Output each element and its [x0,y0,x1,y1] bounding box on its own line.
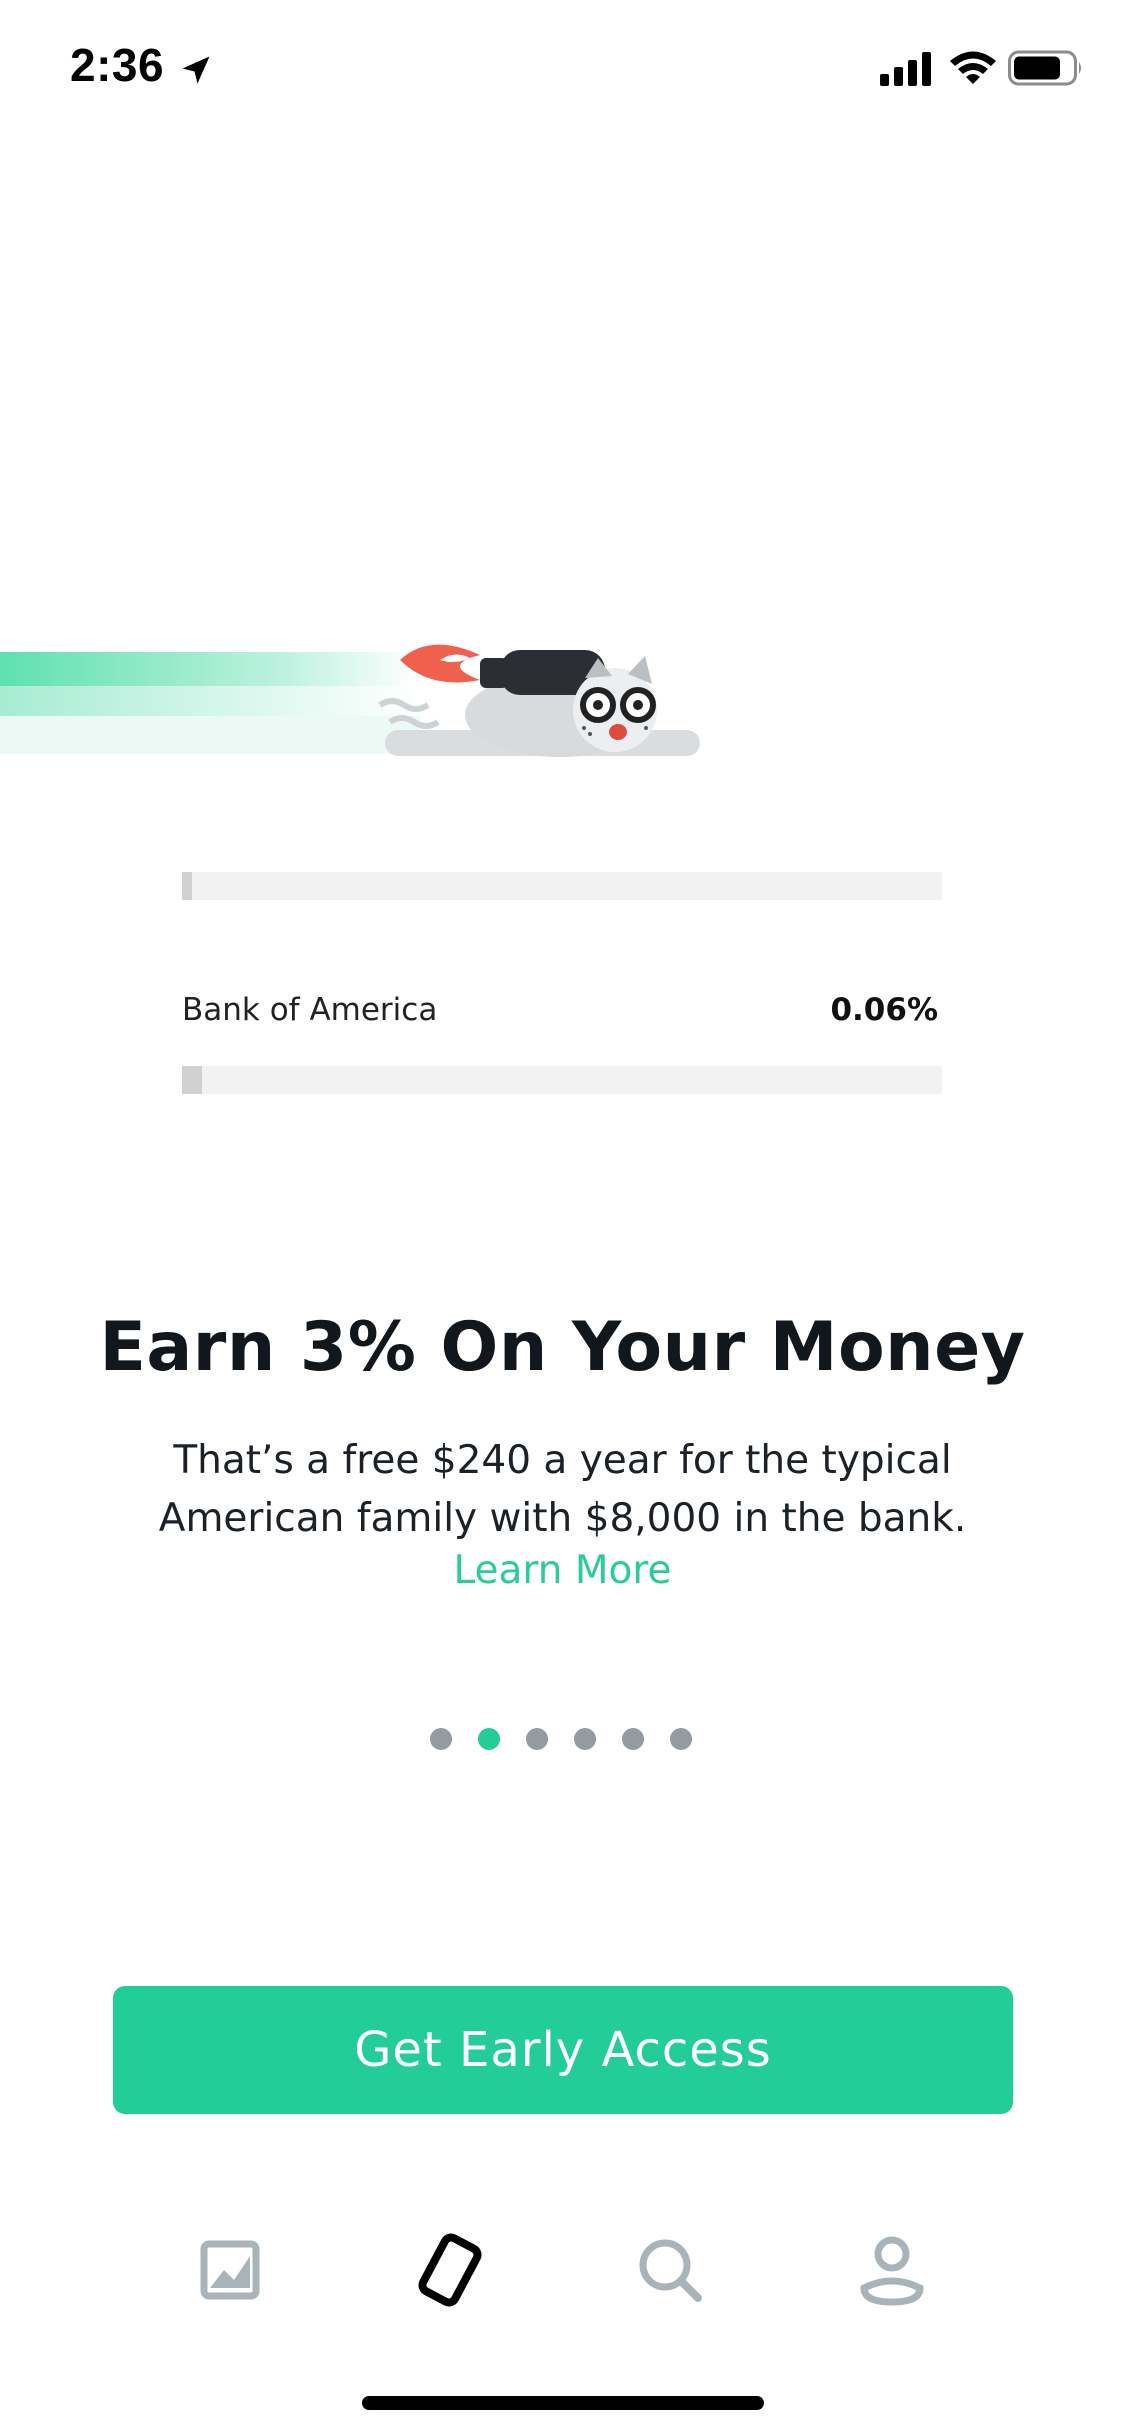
bank-name: Bank of America [182,992,438,1028]
tab-card[interactable] [390,2220,510,2320]
page-dot[interactable] [574,1728,596,1750]
tab-chart[interactable] [170,2220,290,2320]
screen: 2:36 Bank of America 0.06% Earn 3% On Yo… [0,0,1125,2436]
profile-icon [860,2236,924,2306]
page-dot[interactable] [670,1728,692,1750]
page-title: Earn 3% On Your Money [99,1308,1026,1387]
status-time: 2:36 [70,39,165,91]
page-dot[interactable] [526,1728,548,1750]
status-bar: 2:36 [0,0,1125,140]
bank-row: Bank of America 0.06% [182,992,942,1052]
battery-icon [1008,50,1081,86]
bank-rate-bar-fill [182,1066,202,1094]
page-dot[interactable] [622,1728,644,1750]
wifi-icon [950,51,996,84]
home-indicator[interactable] [362,2396,764,2410]
page-dot-active[interactable] [478,1728,500,1750]
raccoon-rocket-icon [0,644,700,757]
location-arrow-icon [182,56,210,84]
top-rate-bar [182,872,942,900]
chart-icon [200,2240,260,2300]
bank-rate: 0.06% [830,992,938,1028]
page-indicator[interactable] [430,1728,692,1752]
tab-search[interactable] [610,2220,730,2320]
learn-more-link[interactable]: Learn More [0,1548,1125,1593]
top-rate-bar-fill [182,872,192,900]
body-text: That’s a free $240 a year for the typica… [158,1438,967,1541]
tab-profile[interactable] [832,2220,952,2320]
rate-comparison: Bank of America 0.06% [182,872,942,1094]
search-icon [639,2239,702,2302]
tab-bar [0,2220,1125,2340]
page-dot[interactable] [430,1728,452,1750]
get-early-access-button[interactable]: Get Early Access [113,1986,1013,2114]
cellular-signal-icon [880,52,931,86]
card-icon [418,2233,482,2307]
bank-rate-bar [182,1066,942,1094]
